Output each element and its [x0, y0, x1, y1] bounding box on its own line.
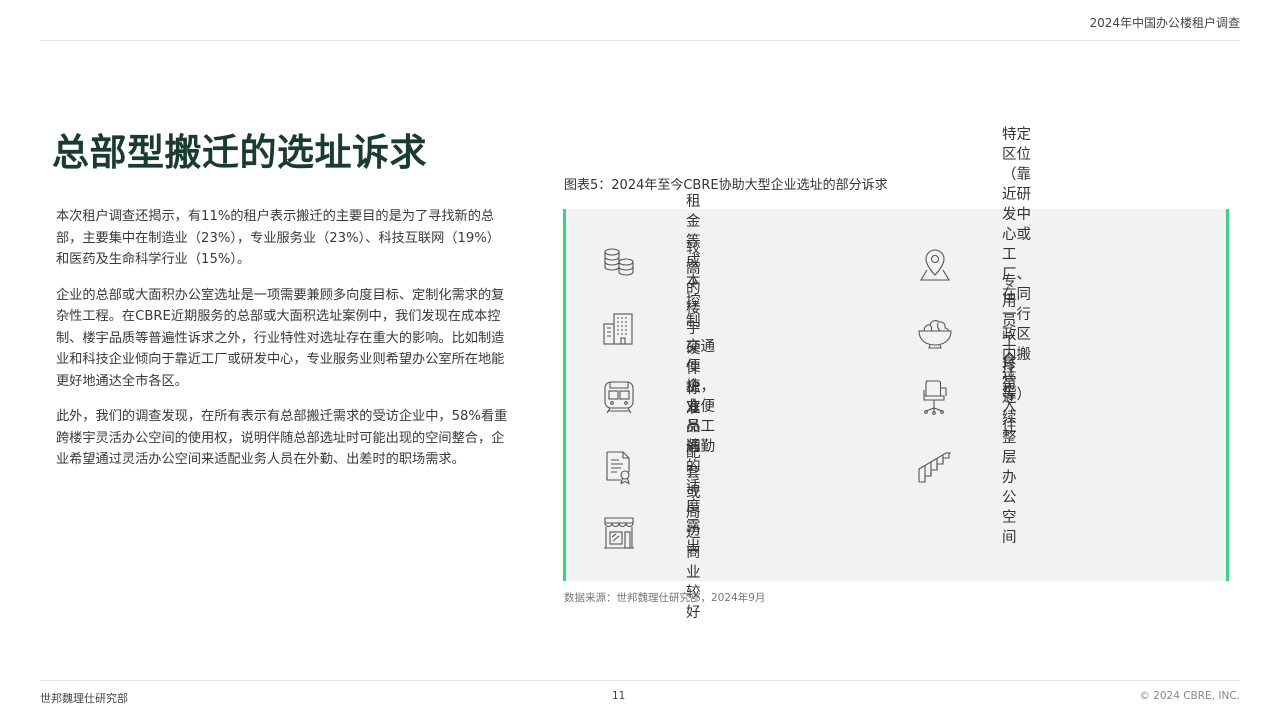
footer-divider [40, 680, 1240, 681]
requirement-item: 连续整层办公空间 [916, 390, 1017, 546]
page-title: 总部型搬迁的选址诉求 [52, 130, 427, 174]
report-title: 2024年中国办公楼租户调查 [1089, 16, 1240, 30]
office-chair-icon [916, 378, 954, 416]
requirement-item: 专用员工食堂 [916, 274, 1017, 390]
train-icon [600, 378, 638, 416]
requirement-item: 交通便捷，方便员工通勤 [600, 339, 715, 455]
figure-caption: 图表5：2024年至今CBRE协助大型企业选址的部分诉求 [564, 178, 888, 193]
body-text: 本次租户调查还揭示，有11%的租户表示搬迁的主要目的是为了寻找新的总部，主要集中… [56, 206, 511, 485]
paragraph: 此外，我们的调查发现，在所有表示有总部搬迁需求的受访企业中，58%看重跨楼宇灵活… [56, 409, 508, 467]
stairs-icon [916, 449, 954, 487]
figure-panel: 租金等成本控制 特定区位（靠近研发中心或工 厂、在同一行政区内搬迁等） 较高的楼… [563, 127, 1229, 621]
requirement-item: 较高的楼宇硬件标准 [600, 241, 701, 417]
requirement-label: 连续整层办公空间 [1002, 390, 1017, 546]
certificate-icon [600, 448, 638, 486]
header-divider [40, 40, 1240, 41]
requirement-item: 特定区位（靠近研发中心或工 厂、在同一行政区内搬迁等） [916, 127, 1031, 403]
footer-publisher: 世邦魏理仕研究部 [40, 692, 128, 705]
storefront-icon [600, 514, 638, 552]
source-note: 数据来源：世邦魏理仕研究部，2024年9月 [564, 592, 766, 604]
paragraph: 本次租户调查还揭示，有11%的租户表示搬迁的主要目的是为了寻找新的总部，主要集中… [56, 209, 500, 267]
coins-stack-icon [600, 243, 638, 281]
location-pin-icon [916, 246, 954, 284]
requirement-item: 租金等成本控制 [600, 194, 701, 330]
requirement-item: 拎包入住 [916, 359, 1017, 435]
office-building-icon [600, 310, 638, 348]
paragraph: 企业的总部或大面积办公室选址是一项需要兼顾多向度目标、定制化需求的复杂性工程。在… [56, 287, 505, 389]
requirement-item: 企业品牌的适度露出 [600, 379, 701, 555]
salad-bowl-icon [916, 313, 954, 351]
page-number: 11 [612, 690, 626, 702]
requirement-item: 配套或周边商业较好 [600, 445, 701, 621]
copyright: © 2024 CBRE, INC. [1139, 690, 1240, 702]
